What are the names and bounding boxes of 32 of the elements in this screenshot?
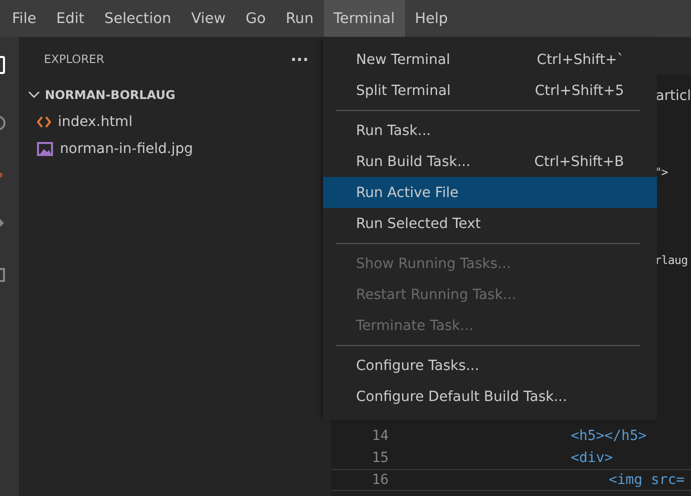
- code-brackets-icon: [36, 116, 51, 128]
- menu-bar-item[interactable]: File: [2, 0, 46, 37]
- menu-bar-item[interactable]: View: [181, 0, 236, 37]
- sidebar-title: EXPLORER: [44, 52, 104, 66]
- line-number: 16: [370, 472, 389, 488]
- arrow-icon[interactable]: [0, 218, 5, 228]
- menu-item[interactable]: Run Active File: [323, 177, 657, 208]
- menu-bar-item[interactable]: Edit: [46, 0, 94, 37]
- menu-bar-item[interactable]: Selection: [94, 0, 182, 37]
- more-actions-button[interactable]: ···: [290, 50, 309, 68]
- file-name[interactable]: norman-in-field.jpg: [60, 140, 194, 156]
- image-icon: [36, 142, 53, 156]
- menu-bar-item[interactable]: Go: [236, 0, 276, 37]
- menu-item[interactable]: New Terminal Ctrl+Shift+`: [323, 44, 657, 75]
- menu-item[interactable]: Configure Tasks...: [323, 350, 657, 381]
- line-number: 14: [370, 428, 389, 444]
- menu-item[interactable]: Run Task...: [323, 115, 657, 146]
- code-text: <h5></h5>: [570, 428, 647, 444]
- code-text: <div>: [570, 450, 613, 466]
- code-text: <img src=: [608, 472, 685, 488]
- folder-name: NORMAN-BORLAUG: [44, 88, 176, 102]
- breadcrumb[interactable]: articl: [656, 88, 691, 104]
- menu-bar-item[interactable]: Terminal: [324, 0, 405, 37]
- menu-bar-item[interactable]: Help: [404, 0, 458, 37]
- menu-item[interactable]: Run Build Task... Ctrl+Shift+B: [323, 146, 657, 177]
- page-icon[interactable]: [0, 56, 5, 74]
- menu-bar-item[interactable]: Run: [276, 0, 324, 37]
- menu-item[interactable]: Run Selected Text: [323, 208, 657, 239]
- menu-item[interactable]: Configure Default Build Task...: [323, 381, 657, 412]
- file-name[interactable]: index.html: [58, 114, 132, 130]
- line-number: 15: [370, 450, 389, 466]
- code-text: rlaug: [654, 253, 688, 267]
